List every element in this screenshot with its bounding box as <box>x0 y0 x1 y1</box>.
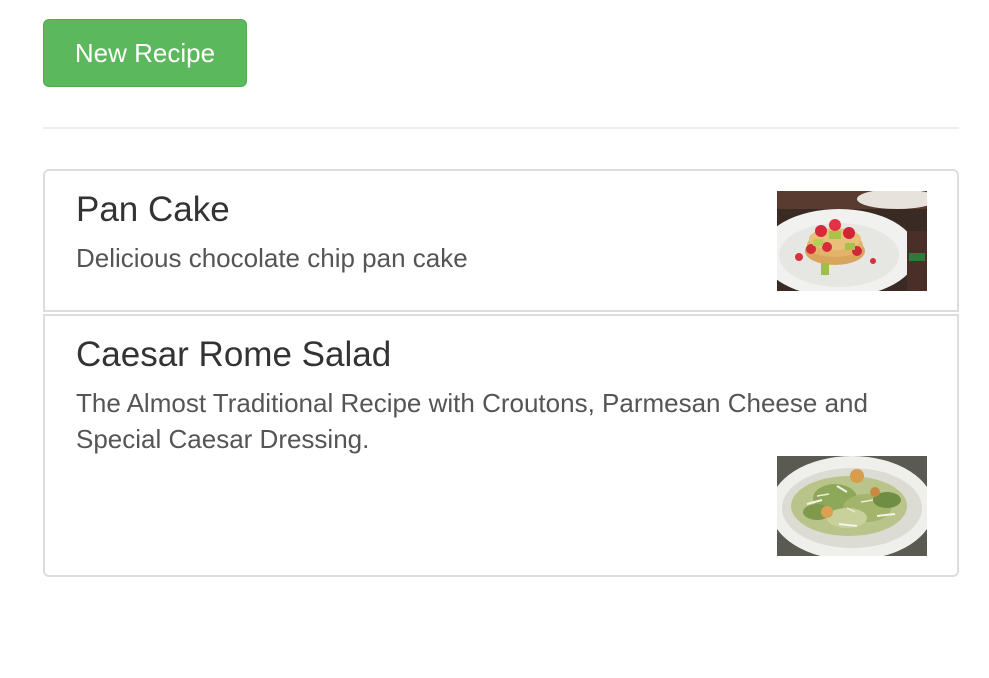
recipe-list-item-caesar-salad[interactable]: Caesar Rome Salad The Almost Traditional… <box>43 314 959 577</box>
recipe-image-caesar-salad <box>777 456 927 556</box>
recipe-title: Caesar Rome Salad <box>76 335 392 374</box>
recipe-description: Delicious chocolate chip pan cake <box>76 243 468 273</box>
recipe-title: Pan Cake <box>76 190 230 229</box>
new-recipe-button[interactable]: New Recipe <box>43 19 247 87</box>
recipe-list: Pan Cake Delicious chocolate chip pan ca… <box>43 169 959 577</box>
recipe-description: The Almost Traditional Recipe with Crout… <box>76 388 868 454</box>
recipe-image-pancake <box>777 191 927 291</box>
divider <box>43 127 959 129</box>
recipe-list-item-pan-cake[interactable]: Pan Cake Delicious chocolate chip pan ca… <box>43 169 959 312</box>
